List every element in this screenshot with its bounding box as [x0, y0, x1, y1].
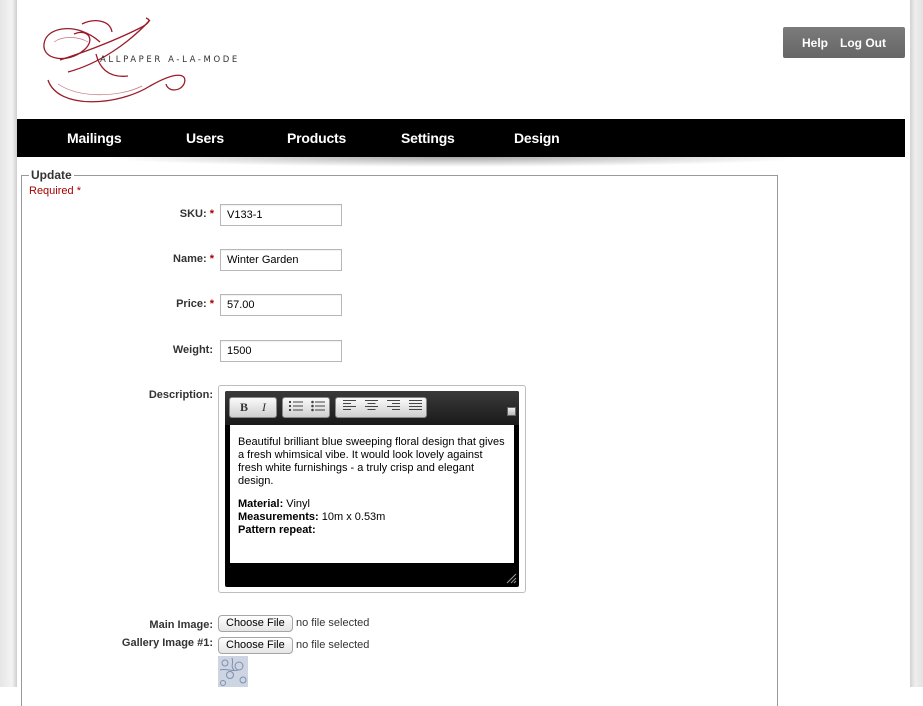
name-input[interactable] — [220, 249, 342, 271]
material-value: Vinyl — [283, 498, 310, 510]
weight-input[interactable] — [220, 340, 342, 362]
main-image-file-status: no file selected — [296, 617, 370, 629]
nav-item-users[interactable]: Users — [186, 130, 224, 146]
bold-button[interactable]: B — [235, 400, 253, 415]
logo[interactable]: ALLPAPER A-LA-MODE — [38, 14, 248, 108]
sku-label-text: SKU: — [179, 208, 207, 220]
sku-input[interactable] — [220, 204, 342, 226]
pattern-repeat-line: Pattern repeat: — [238, 524, 506, 537]
align-center-icon — [364, 400, 378, 410]
gallery-image-1-label: Gallery Image #1: — [121, 637, 213, 649]
gallery-image-1-choose-file-button[interactable]: Choose File — [218, 637, 293, 654]
material-label: Material: — [238, 498, 284, 510]
main-image-choose-file-button[interactable]: Choose File — [218, 615, 293, 632]
material-line: Material: Vinyl — [238, 498, 506, 511]
required-note-text: Required — [29, 185, 74, 197]
resize-grip-lines — [506, 573, 517, 584]
resize-grip-icon[interactable] — [505, 571, 517, 584]
price-label: Price: * — [176, 298, 214, 310]
description-paragraph: Beautiful brilliant blue sweeping floral… — [238, 436, 505, 487]
unordered-list-button[interactable] — [309, 400, 327, 415]
required-star: * — [76, 185, 81, 197]
gallery-image-1-file-status: no file selected — [296, 639, 370, 651]
help-link[interactable]: Help — [802, 36, 828, 50]
align-justify-icon — [408, 400, 422, 410]
align-group — [335, 397, 427, 418]
unordered-list-icon — [311, 400, 325, 412]
fieldset-legend: Update — [29, 168, 74, 182]
editor-toolbar: B I — [225, 391, 519, 425]
nav-item-design[interactable]: Design — [514, 130, 560, 146]
price-required-star: * — [209, 298, 214, 310]
main-image-label: Main Image: — [149, 619, 213, 631]
measurements-label: Measurements: — [238, 511, 319, 523]
align-center-button[interactable] — [362, 400, 380, 415]
format-group: B I — [229, 397, 277, 418]
align-left-icon — [342, 400, 356, 410]
description-editor-body[interactable]: Beautiful brilliant blue sweeping floral… — [230, 425, 514, 563]
pattern-repeat-label: Pattern repeat: — [238, 524, 316, 536]
main-nav: Mailings Users Products Settings Design — [17, 119, 905, 157]
top-links-bar: Help Log Out — [783, 27, 905, 58]
page-edge-left — [0, 0, 17, 687]
align-right-button[interactable] — [384, 400, 402, 415]
name-label: Name: * — [173, 253, 214, 265]
sku-label: SKU: * — [180, 208, 214, 220]
list-group — [282, 397, 330, 418]
page-edge-right — [910, 0, 923, 687]
editor-frame: B I Beautiful brilliant blue sweeping fl… — [225, 391, 519, 587]
nav-shadow — [95, 157, 815, 167]
name-label-text: Name: — [173, 253, 207, 265]
align-justify-button[interactable] — [406, 400, 424, 415]
italic-button[interactable]: I — [255, 400, 273, 415]
logo-text: ALLPAPER A-LA-MODE — [100, 55, 240, 65]
logout-link[interactable]: Log Out — [840, 36, 886, 50]
toolbar-collapse-icon[interactable] — [507, 407, 516, 416]
gallery-thumbnail-image[interactable] — [218, 656, 248, 687]
name-required-star: * — [209, 253, 214, 265]
nav-item-mailings[interactable]: Mailings — [67, 130, 122, 146]
align-left-button[interactable] — [340, 400, 358, 415]
required-note: Required * — [29, 185, 81, 197]
weight-label: Weight: — [172, 344, 213, 356]
description-editor: B I Beautiful brilliant blue sweeping fl… — [218, 385, 526, 593]
measurements-line: Measurements: 10m x 0.53m — [238, 511, 506, 524]
align-right-icon — [386, 400, 400, 410]
nav-item-products[interactable]: Products — [287, 130, 346, 146]
ordered-list-icon — [289, 401, 303, 411]
floral-pattern-thumbnail — [218, 656, 248, 687]
price-label-text: Price: — [176, 298, 207, 310]
price-input[interactable] — [220, 294, 342, 316]
measurements-value: 10m x 0.53m — [318, 511, 386, 523]
nav-item-settings[interactable]: Settings — [401, 130, 455, 146]
ordered-list-button[interactable] — [287, 400, 305, 415]
description-label: Description: — [148, 389, 213, 401]
sku-required-star: * — [209, 208, 214, 220]
